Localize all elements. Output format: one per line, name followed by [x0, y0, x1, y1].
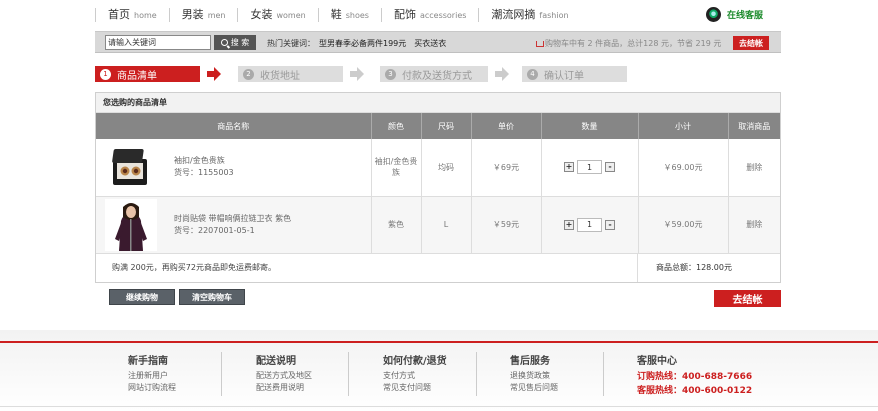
- checkout-button[interactable]: 去结帐: [714, 290, 781, 307]
- delete-link[interactable]: 删除: [746, 163, 762, 172]
- clear-cart-button[interactable]: 清空购物车: [179, 289, 245, 305]
- service-hotline: 客服热线：400-600-0122: [637, 386, 753, 396]
- column-header: 小计: [638, 113, 729, 139]
- column-header: 尺码: [421, 113, 472, 139]
- product-name[interactable]: 时尚贴袋 带帽响俩拉链卫衣 紫色: [174, 213, 291, 225]
- search-input[interactable]: [105, 35, 211, 50]
- increase-button[interactable]: +: [564, 219, 574, 230]
- footer-link[interactable]: 常见支付问题: [383, 382, 447, 394]
- footer-link[interactable]: 配送方式及地区: [256, 370, 312, 382]
- nav-home[interactable]: 首页 home: [95, 8, 169, 22]
- product-color: 紫色: [371, 196, 422, 254]
- cart-total: 商品总额：128.00元: [656, 263, 732, 272]
- nav-fashion[interactable]: 潮流网摘 fashion: [478, 8, 580, 22]
- footer-column-after-sales: 售后服务 退换货政策 常见售后问题: [476, 352, 558, 396]
- customer-service-icon: [706, 7, 721, 22]
- step-arrow-icon: [350, 66, 364, 82]
- cart-footer: 购满 200元，再购买72元商品即免运费邮寄。 商品总额：128.00元: [96, 253, 780, 282]
- step-arrow-icon: [207, 66, 221, 82]
- nav-men[interactable]: 男装 men: [168, 8, 238, 22]
- cart-icon: [536, 41, 544, 47]
- product-name[interactable]: 袖扣/金色贵族: [174, 155, 234, 167]
- product-subtotal: ￥69.00元: [638, 139, 729, 197]
- online-service-label: 在线客服: [727, 11, 764, 21]
- delete-link[interactable]: 删除: [746, 220, 762, 229]
- footer-column-payment: 如何付款/退货 支付方式 常见支付问题: [348, 352, 447, 396]
- quantity-input[interactable]: [577, 217, 602, 232]
- cart-panel: 您选购的商品清单 商品名称 颜色 尺码 单价 数量 小计 取消商品 袖扣/金色贵…: [95, 92, 781, 283]
- column-header: 颜色: [371, 113, 422, 139]
- step-payment-delivery: 3 付款及送货方式: [380, 66, 488, 82]
- product-size: 均码: [421, 139, 472, 197]
- search-button[interactable]: 搜 索: [214, 35, 256, 50]
- product-image[interactable]: [105, 141, 157, 194]
- search-bar: 搜 索 热门关键词： 型男春季必备两件199元买衣送衣 购物车中有 2 件商品，总…: [95, 31, 781, 53]
- online-service-link[interactable]: 在线客服: [706, 7, 763, 22]
- nav-women[interactable]: 女装 women: [237, 8, 317, 22]
- hot-keywords: 热门关键词： 型男春季必备两件199元 买衣送衣: [267, 38, 446, 49]
- footer-link[interactable]: 支付方式: [383, 370, 447, 382]
- hot-keyword-link[interactable]: 买衣送衣: [414, 39, 446, 48]
- checkout-button-top[interactable]: 去结帐: [733, 36, 769, 50]
- free-shipping-note: 购满 200元，再购买72元商品即免运费邮寄。: [96, 253, 638, 282]
- product-subtotal: ￥59.00元: [638, 196, 729, 254]
- footer-link[interactable]: 注册新用户: [128, 370, 176, 382]
- footer-link[interactable]: 常见售后问题: [510, 382, 558, 394]
- search-icon: [220, 39, 228, 46]
- footer-column-delivery: 配送说明 配送方式及地区 配送费用说明: [221, 352, 312, 396]
- footer-bottom-divider: [0, 406, 878, 407]
- nav-shoes[interactable]: 鞋 shoes: [317, 8, 381, 22]
- nav-accessories[interactable]: 配饰 accessories: [380, 8, 478, 22]
- product-price: ￥69元: [471, 139, 542, 197]
- cart-title: 您选购的商品清单: [96, 93, 780, 113]
- footer-link[interactable]: 退换货政策: [510, 370, 558, 382]
- step-shipping-address: 2 收货地址: [238, 66, 343, 82]
- decrease-button[interactable]: -: [605, 219, 615, 230]
- product-size: L: [421, 196, 472, 254]
- quantity-stepper: + -: [542, 160, 638, 175]
- column-header: 数量: [541, 113, 639, 139]
- decrease-button[interactable]: -: [605, 162, 615, 173]
- order-hotline: 订购热线：400-688-7666: [637, 372, 753, 382]
- hot-keywords-label: 热门关键词：: [267, 39, 315, 48]
- footer-link[interactable]: 配送费用说明: [256, 382, 312, 394]
- product-image[interactable]: [105, 198, 157, 251]
- cart-table: 商品名称 颜色 尺码 单价 数量 小计 取消商品 袖扣/金色贵族 货号：1155…: [96, 113, 780, 254]
- table-row: 袖扣/金色贵族 货号：1155003 袖扣/金色贵族 均码 ￥69元 + - ￥…: [96, 139, 780, 197]
- footer-divider: [0, 341, 878, 343]
- column-header: 取消商品: [728, 113, 780, 139]
- step-confirm-order: 4 确认订单: [522, 66, 627, 82]
- column-header: 单价: [471, 113, 542, 139]
- footer-column-guide: 新手指南 注册新用户 网站订购流程: [128, 356, 176, 394]
- product-color: 袖扣/金色贵族: [371, 139, 422, 197]
- continue-shopping-button[interactable]: 继续购物: [109, 289, 175, 305]
- column-header: 商品名称: [96, 113, 372, 139]
- product-price: ￥59元: [471, 196, 542, 254]
- product-sku: 货号：2207001-05-1: [174, 225, 255, 235]
- top-nav: 首页 home 男装 men 女装 women 鞋 shoes 配饰 accessorie…: [95, 6, 581, 24]
- step-arrow-icon: [495, 66, 509, 82]
- cart-summary: 购物车中有 2 件商品，总计128 元，节省 219 元: [536, 38, 721, 49]
- table-header-row: 商品名称 颜色 尺码 单价 数量 小计 取消商品: [96, 113, 780, 139]
- footer-column-service: 客服中心 订购热线：400-688-7666 客服热线：400-600-0122: [603, 352, 752, 396]
- increase-button[interactable]: +: [564, 162, 574, 173]
- step-cart-list: 1 商品清单: [95, 66, 200, 82]
- hot-keyword-link[interactable]: 型男春季必备两件199元: [319, 39, 406, 48]
- footer-link[interactable]: 网站订购流程: [128, 382, 176, 394]
- quantity-stepper: + -: [542, 217, 638, 232]
- product-sku: 货号：1155003: [174, 168, 234, 178]
- table-row: 时尚贴袋 带帽响俩拉链卫衣 紫色 货号：2207001-05-1 紫色 L ￥5…: [96, 196, 780, 254]
- quantity-input[interactable]: [577, 160, 602, 175]
